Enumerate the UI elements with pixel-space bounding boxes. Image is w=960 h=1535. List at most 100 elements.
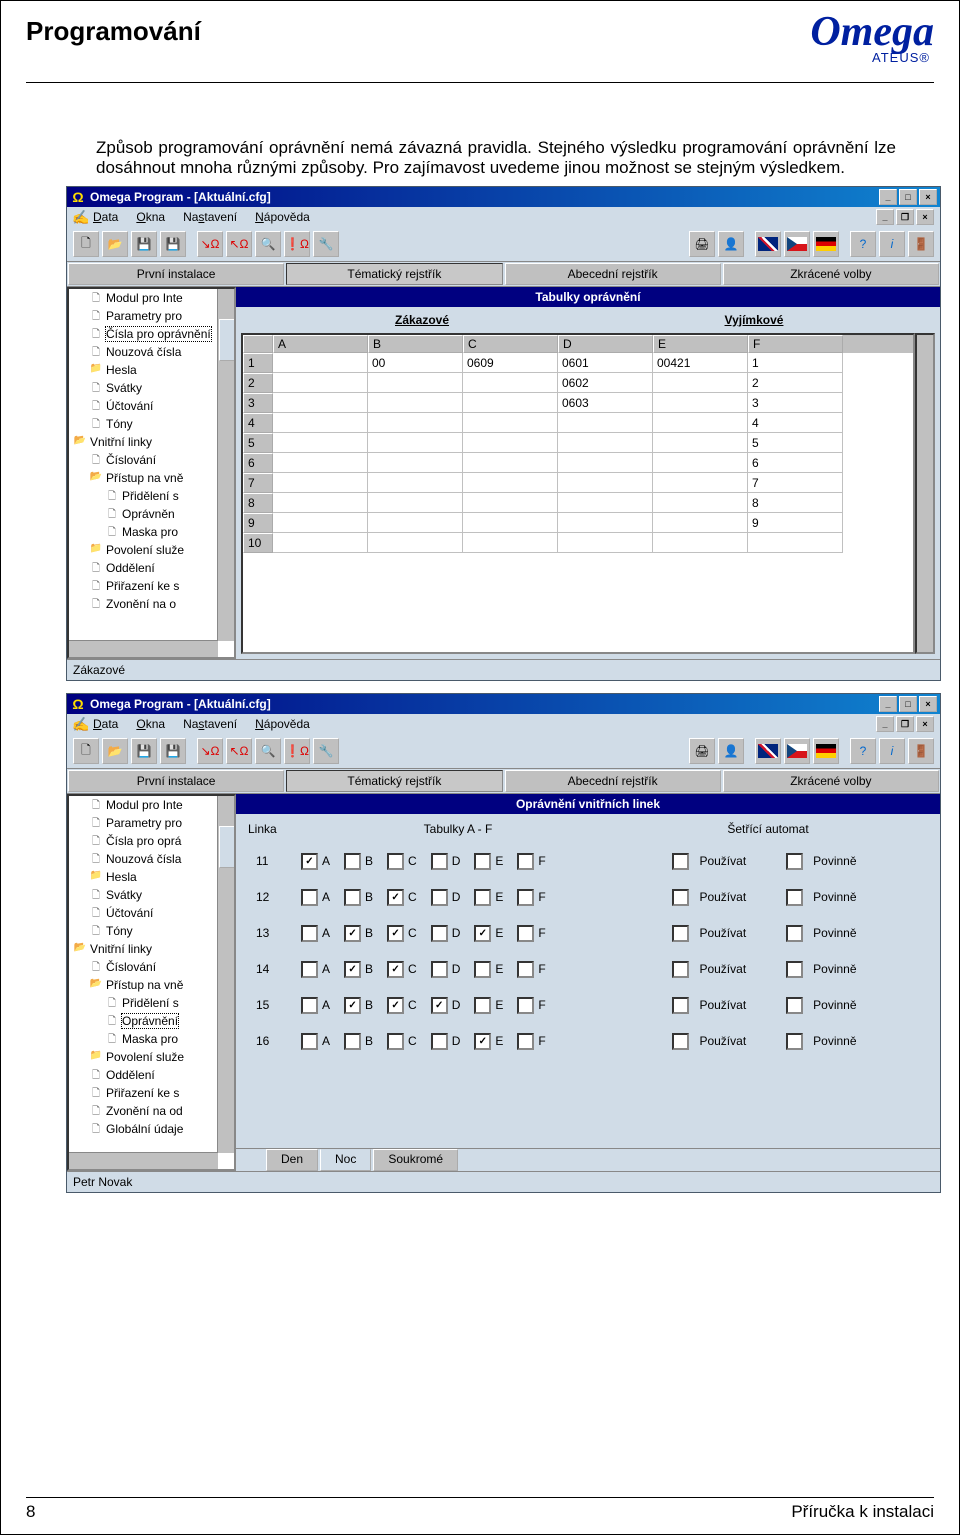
tree-scrollbar-horizontal[interactable] [69, 1152, 218, 1169]
checkbox-pouzivat[interactable] [672, 853, 689, 870]
cell[interactable]: 0601 [558, 353, 653, 373]
tree-item[interactable]: Vnitřní linky [69, 940, 234, 958]
lang-uk-button[interactable] [755, 231, 781, 257]
cell[interactable] [558, 433, 653, 453]
cell[interactable] [368, 513, 463, 533]
tree-item[interactable]: Vnitřní linky [69, 433, 234, 451]
tree-scrollbar-vertical[interactable] [217, 289, 234, 641]
tree-scrollbar-vertical[interactable] [217, 796, 234, 1153]
col-header[interactable]: B [368, 335, 463, 353]
tree-item[interactable]: Přístup na vně [69, 976, 234, 994]
cell[interactable] [653, 453, 748, 473]
cell[interactable] [463, 393, 558, 413]
cell[interactable]: 4 [748, 413, 843, 433]
cell[interactable] [558, 533, 653, 553]
checkbox-C[interactable] [387, 889, 404, 906]
search-button[interactable]: 🔍 [255, 231, 281, 257]
cell[interactable] [463, 493, 558, 513]
grid-scrollbar[interactable] [915, 333, 935, 654]
checkbox-F[interactable] [517, 853, 534, 870]
checkbox-D[interactable] [431, 961, 448, 978]
cell[interactable]: 0602 [558, 373, 653, 393]
cell[interactable] [558, 493, 653, 513]
alert-button[interactable]: ❗Ω [284, 231, 310, 257]
cell[interactable] [368, 393, 463, 413]
checkbox-F[interactable] [517, 961, 534, 978]
cell[interactable] [273, 353, 368, 373]
checkbox-D[interactable] [431, 925, 448, 942]
cell[interactable]: 7 [748, 473, 843, 493]
mdi-restore-button[interactable]: ❐ [896, 716, 914, 732]
maximize-button[interactable]: □ [899, 189, 917, 205]
cell[interactable] [273, 413, 368, 433]
cell[interactable] [273, 453, 368, 473]
cell[interactable]: 00421 [653, 353, 748, 373]
cell[interactable] [463, 413, 558, 433]
tab-tematicky-rejstrik[interactable]: Tématický rejstřík [286, 770, 502, 792]
print-button[interactable]: 🖨 [689, 738, 715, 764]
cell[interactable] [273, 493, 368, 513]
cell[interactable] [653, 513, 748, 533]
cell[interactable] [748, 533, 843, 553]
checkbox-A[interactable] [301, 889, 318, 906]
tree-item[interactable]: Oddělení [69, 559, 234, 577]
user-button[interactable]: 👤 [718, 231, 744, 257]
checkbox-povinne[interactable] [786, 961, 803, 978]
saveall-button[interactable]: 💾 [160, 738, 186, 764]
tree-item[interactable]: Číslování [69, 958, 234, 976]
tree-item[interactable]: Přiřazení ke s [69, 577, 234, 595]
cell[interactable] [463, 373, 558, 393]
checkbox-C[interactable] [387, 853, 404, 870]
lang-cz-button[interactable] [784, 738, 810, 764]
mdi-minimize-button[interactable]: _ [876, 716, 894, 732]
tree-item[interactable]: Povolení služe [69, 541, 234, 559]
checkbox-pouzivat[interactable] [672, 961, 689, 978]
cell[interactable]: 2 [748, 373, 843, 393]
tree-item[interactable]: Účtování [69, 397, 234, 415]
tab-prvni-instalace[interactable]: První instalace [68, 263, 284, 285]
saveall-button[interactable]: 💾 [160, 231, 186, 257]
checkbox-E[interactable] [474, 889, 491, 906]
lang-uk-button[interactable] [755, 738, 781, 764]
checkbox-A[interactable] [301, 961, 318, 978]
col-header[interactable]: D [558, 335, 653, 353]
tree-item[interactable]: Oprávnění [69, 1012, 234, 1030]
save-button[interactable]: 💾 [131, 738, 157, 764]
exit-button[interactable]: 🚪 [908, 738, 934, 764]
cell[interactable] [463, 433, 558, 453]
checkbox-B[interactable] [344, 1033, 361, 1050]
search-button[interactable]: 🔍 [255, 738, 281, 764]
cell[interactable] [273, 513, 368, 533]
tree-item[interactable]: Maska pro [69, 1030, 234, 1048]
checkbox-E[interactable] [474, 925, 491, 942]
checkbox-F[interactable] [517, 925, 534, 942]
cell[interactable] [368, 413, 463, 433]
checkbox-D[interactable] [431, 997, 448, 1014]
tree-item[interactable]: Přidělení s [69, 487, 234, 505]
cell[interactable] [653, 493, 748, 513]
tab-abecedni-rejstrik[interactable]: Abecední rejstřík [505, 263, 721, 285]
tree-panel[interactable]: Modul pro InteParametry proČísla pro opr… [67, 794, 236, 1171]
close-button[interactable]: × [919, 189, 937, 205]
checkbox-povinne[interactable] [786, 1033, 803, 1050]
menu-nastaveni[interactable]: Nastavení [183, 210, 237, 224]
col-header[interactable]: C [463, 335, 558, 353]
upload-button[interactable]: ↖Ω [226, 738, 252, 764]
mdi-close-button[interactable]: × [916, 716, 934, 732]
cell[interactable] [558, 473, 653, 493]
cell[interactable]: 9 [748, 513, 843, 533]
cell[interactable] [653, 433, 748, 453]
cell[interactable] [368, 493, 463, 513]
ftab-soukrome[interactable]: Soukromé [373, 1149, 458, 1171]
user-button[interactable]: 👤 [718, 738, 744, 764]
checkbox-pouzivat[interactable] [672, 1033, 689, 1050]
cell[interactable] [368, 433, 463, 453]
tree-item[interactable]: Hesla [69, 361, 234, 379]
cell[interactable] [558, 413, 653, 433]
checkbox-pouzivat[interactable] [672, 925, 689, 942]
tree-item[interactable]: Nouzová čísla [69, 343, 234, 361]
help-button[interactable]: ? [850, 738, 876, 764]
maximize-button[interactable]: □ [899, 696, 917, 712]
cell[interactable]: 00 [368, 353, 463, 373]
col-header[interactable]: F [748, 335, 843, 353]
